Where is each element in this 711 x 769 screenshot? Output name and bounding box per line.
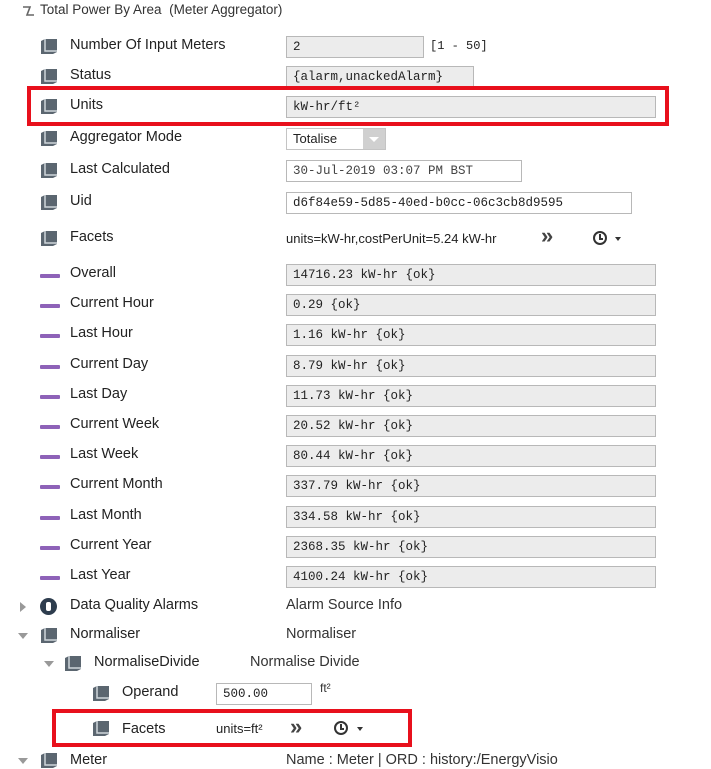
value-label: Last Week <box>70 446 139 462</box>
value-field: 20.52 kW-hr {ok} <box>286 415 656 437</box>
value-label: Last Month <box>70 507 142 523</box>
slot-icon <box>41 753 57 768</box>
units-highlight <box>27 86 669 126</box>
value-field: 11.73 kW-hr {ok} <box>286 385 656 407</box>
normalise-divide-label: NormaliseDivide <box>94 654 200 670</box>
slot-icon <box>41 231 57 246</box>
meter-label: Meter <box>70 752 108 768</box>
value-label: Overall <box>70 265 116 281</box>
status-label: Status <box>70 67 112 83</box>
facets-value: units=kW-hr,costPerUnit=5.24 kW-hr <box>286 231 497 246</box>
meter-value: Name : Meter | ORD : history:/EnergyVisi… <box>286 752 558 768</box>
last-calculated-field: 30-Jul-2019 03:07 PM BST <box>286 160 522 182</box>
numeric-point-icon <box>40 365 60 369</box>
numeric-point-icon <box>40 516 60 520</box>
value-field: 14716.23 kW-hr {ok} <box>286 264 656 286</box>
collapse-toggle-icon[interactable] <box>44 661 54 667</box>
numeric-point-icon <box>40 274 60 278</box>
facets-edit-icon[interactable]: » <box>541 225 553 247</box>
facets-label: Facets <box>70 229 114 245</box>
value-field: 337.79 kW-hr {ok} <box>286 475 656 497</box>
value-label: Current Month <box>70 476 163 492</box>
expand-toggle-icon[interactable] <box>20 602 26 612</box>
numeric-point-icon <box>40 546 60 550</box>
uid-field: d6f84e59-5d85-40ed-b0cc-06c3cb8d9595 <box>286 192 632 214</box>
value-label: Current Day <box>70 356 149 372</box>
operand-unit: ft² <box>320 681 331 695</box>
uid-label: Uid <box>70 193 92 209</box>
numeric-point-icon <box>40 576 60 580</box>
num-input-meters-field[interactable]: 2 <box>286 36 424 58</box>
aggregator-mode-select[interactable]: Totalise <box>286 128 386 150</box>
value-label: Last Hour <box>70 325 133 341</box>
data-quality-label: Data Quality Alarms <box>70 597 199 613</box>
num-input-meters-label: Number Of Input Meters <box>70 37 226 53</box>
slot-icon <box>65 656 81 671</box>
aggregator-mode-value: Totalise <box>293 131 338 146</box>
slot-icon <box>93 686 109 701</box>
sub-facets-highlight <box>52 709 412 747</box>
chevron-down-icon[interactable] <box>615 237 621 241</box>
slot-icon <box>41 163 57 178</box>
numeric-point-icon <box>40 485 60 489</box>
value-field: 80.44 kW-hr {ok} <box>286 445 656 467</box>
value-label: Last Year <box>70 567 131 583</box>
status-field: {alarm,unackedAlarm} <box>286 66 474 88</box>
alarm-source-icon <box>40 598 57 615</box>
normaliser-label: Normaliser <box>70 626 141 642</box>
range-hint: [1 - 50] <box>430 39 488 53</box>
value-label: Current Year <box>70 537 152 553</box>
value-field: 4100.24 kW-hr {ok} <box>286 566 656 588</box>
numeric-point-icon <box>40 455 60 459</box>
value-field: 0.29 {ok} <box>286 294 656 316</box>
normaliser-value: Normaliser <box>286 626 357 642</box>
slot-icon <box>41 131 57 146</box>
normalise-divide-value: Normalise Divide <box>250 654 360 670</box>
slot-icon <box>41 195 57 210</box>
slot-icon <box>41 69 57 84</box>
operand-label: Operand <box>122 684 179 700</box>
numeric-point-icon <box>40 395 60 399</box>
last-calculated-label: Last Calculated <box>70 161 170 177</box>
aggregator-icon <box>23 6 34 16</box>
value-field: 1.16 kW-hr {ok} <box>286 324 656 346</box>
numeric-point-icon <box>40 425 60 429</box>
value-label: Last Day <box>70 386 128 402</box>
numeric-point-icon <box>40 334 60 338</box>
component-type: (Meter Aggregator) <box>169 2 283 17</box>
data-quality-value: Alarm Source Info <box>286 597 403 613</box>
numeric-point-icon <box>40 304 60 308</box>
component-header: Total Power By Area (Meter Aggregator) <box>0 0 711 22</box>
aggregator-mode-label: Aggregator Mode <box>70 129 183 145</box>
component-title: Total Power By Area <box>40 2 162 17</box>
value-field: 334.58 kW-hr {ok} <box>286 506 656 528</box>
value-field: 2368.35 kW-hr {ok} <box>286 536 656 558</box>
collapse-toggle-icon[interactable] <box>18 633 28 639</box>
value-label: Current Week <box>70 416 160 432</box>
slot-icon <box>41 39 57 54</box>
clock-icon[interactable] <box>593 231 607 245</box>
operand-field[interactable]: 500.00 <box>216 683 312 705</box>
collapse-toggle-icon[interactable] <box>18 758 28 764</box>
slot-icon <box>41 628 57 643</box>
value-field: 8.79 kW-hr {ok} <box>286 355 656 377</box>
value-label: Current Hour <box>70 295 154 311</box>
chevron-down-icon[interactable] <box>363 129 385 149</box>
